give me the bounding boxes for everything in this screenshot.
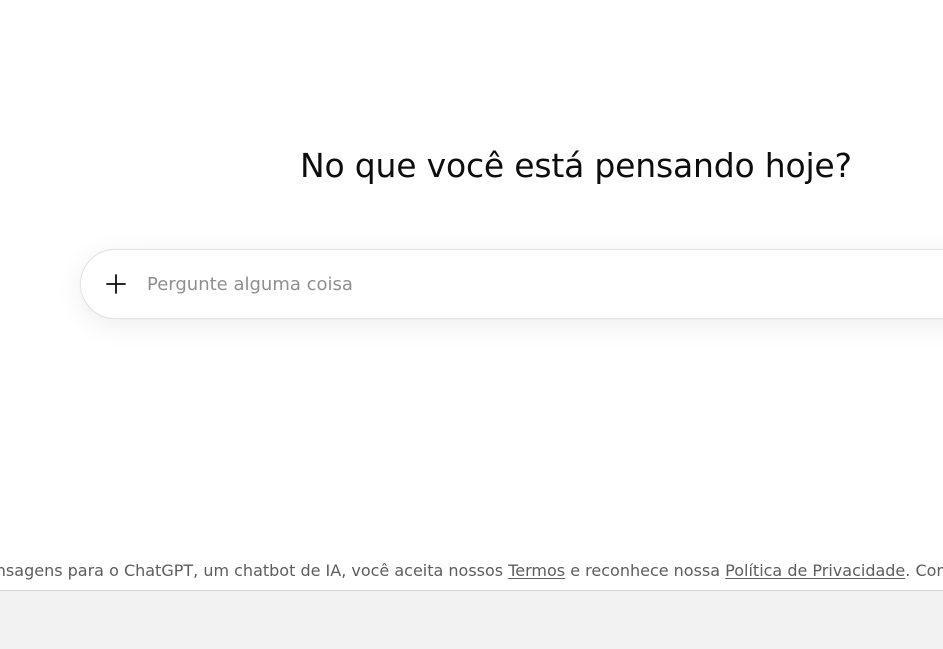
terms-text-prefix: ar mensagens para o ChatGPT, um chatbot … — [0, 561, 509, 580]
prompt-composer[interactable] — [80, 249, 943, 319]
attach-button[interactable] — [101, 269, 131, 299]
plus-icon — [101, 269, 131, 299]
terms-text-suffix: . Cor — [905, 561, 943, 580]
page-title: No que você está pensando hoje? — [300, 146, 852, 185]
bottom-strip — [0, 590, 943, 649]
main-content: No que você está pensando hoje? ar mensa… — [0, 0, 943, 590]
privacy-policy-link[interactable]: Política de Privacidade — [725, 561, 905, 580]
terms-link[interactable]: Termos — [508, 561, 565, 580]
prompt-input[interactable] — [147, 270, 747, 298]
terms-text-middle: e reconhece nossa — [565, 561, 726, 580]
terms-notice: ar mensagens para o ChatGPT, um chatbot … — [0, 561, 943, 581]
